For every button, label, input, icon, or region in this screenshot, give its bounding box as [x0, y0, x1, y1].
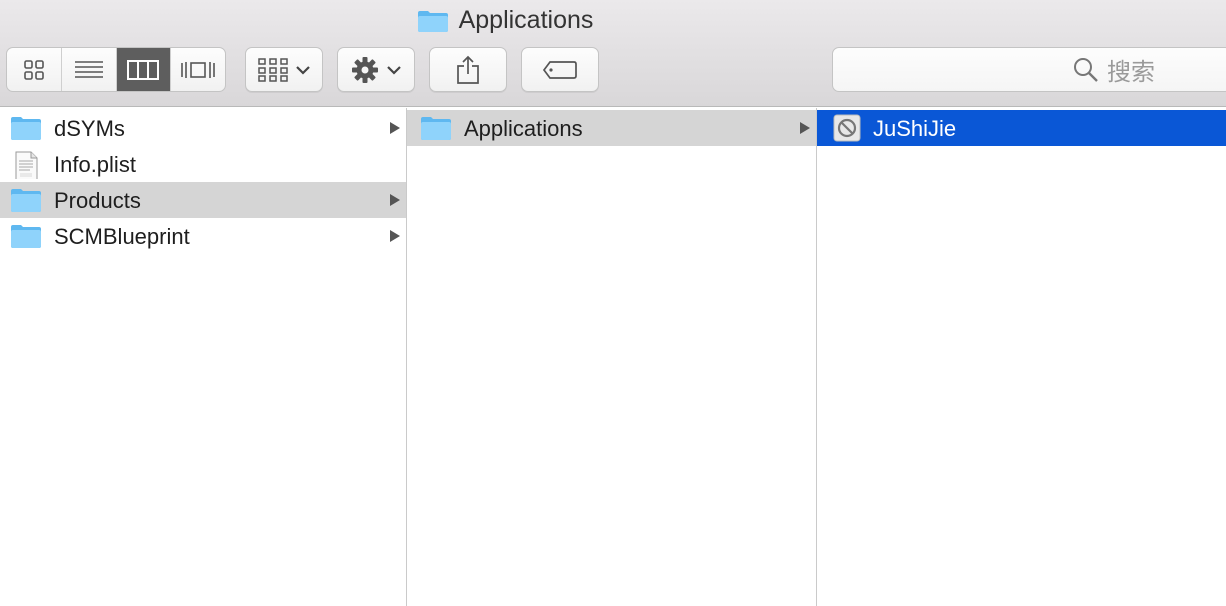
coverflow-icon [181, 61, 215, 78]
view-mode-segmented-control[interactable] [6, 47, 226, 92]
item-label: SCMBlueprint [54, 224, 190, 249]
arrange-icon [258, 57, 288, 82]
disclosure-arrow-icon [390, 230, 400, 242]
tag-icon [542, 60, 577, 79]
plist-file-icon [15, 151, 38, 179]
browser-column-3[interactable]: JuShiJie [817, 108, 1226, 606]
app-icon [833, 114, 861, 142]
tag-button[interactable] [521, 47, 599, 92]
folder-icon [421, 117, 451, 140]
list-item-products[interactable]: Products [0, 182, 406, 218]
folder-icon [11, 225, 41, 248]
item-label: dSYMs [54, 116, 125, 141]
list-item-scmblueprint[interactable]: SCMBlueprint [0, 218, 406, 254]
item-label: JuShiJie [873, 116, 957, 141]
item-label: Info.plist [54, 152, 136, 177]
column-view-button[interactable] [116, 48, 172, 91]
folder-icon [417, 10, 448, 32]
share-icon [457, 55, 479, 84]
list-item-info-plist[interactable]: Info.plist [0, 146, 406, 182]
search-field[interactable]: 搜索 [832, 47, 1226, 92]
list-view-button[interactable] [62, 48, 117, 91]
grid-icon [24, 59, 44, 80]
folder-icon [11, 189, 41, 212]
list-item-applications[interactable]: Applications [407, 110, 816, 146]
item-label: Products [54, 188, 141, 213]
columns-icon [127, 59, 160, 80]
browser-column-2[interactable]: Applications [407, 108, 817, 606]
chevron-down-icon [296, 65, 310, 75]
share-button[interactable] [429, 47, 507, 92]
disclosure-arrow-icon [390, 122, 400, 134]
gear-icon [352, 56, 378, 83]
search-placeholder: 搜索 [1107, 58, 1155, 86]
search-icon [1074, 57, 1098, 82]
disclosure-arrow-icon [390, 194, 400, 206]
toolbar: Applications 搜索 [0, 0, 1226, 107]
action-button[interactable] [337, 47, 415, 92]
window-title: Applications [458, 6, 594, 34]
disclosure-arrow-icon [800, 122, 810, 134]
item-label: Applications [464, 116, 583, 141]
folder-icon [11, 117, 41, 140]
window-title-bar: Applications [0, 6, 1010, 36]
chevron-down-icon [387, 65, 401, 75]
list-icon [74, 60, 103, 78]
icon-view-button[interactable] [7, 48, 62, 91]
list-item-dsyms[interactable]: dSYMs [0, 110, 406, 146]
browser-column-1[interactable]: dSYMs Info.plist Products SCMBlueprint [0, 108, 407, 606]
list-item-jushijie[interactable]: JuShiJie [817, 110, 1226, 146]
cover-flow-view-button[interactable] [171, 48, 225, 91]
arrange-button[interactable] [245, 47, 323, 92]
